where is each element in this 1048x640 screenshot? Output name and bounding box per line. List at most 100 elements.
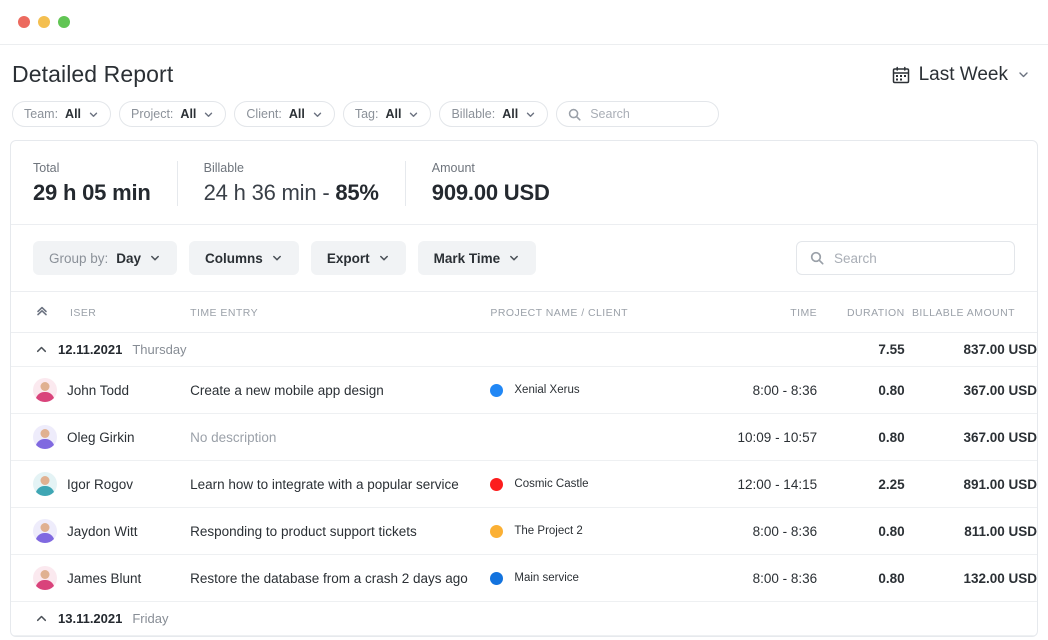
filter-project-label: Project: [131, 107, 174, 121]
group-time-cell [709, 332, 818, 367]
project-cell[interactable]: The Project 2 [490, 524, 709, 538]
chevron-down-icon [508, 252, 520, 264]
table-row[interactable]: Igor Rogov Learn how to integrate with a… [11, 460, 1037, 508]
row-duration[interactable]: 0.80 [817, 413, 905, 461]
collapse-all-icon[interactable] [35, 304, 49, 318]
group-by-value: Day [116, 250, 142, 266]
columns-button[interactable]: Columns [189, 241, 299, 275]
table-search-box[interactable] [796, 241, 1015, 275]
row-project-cell: Main service [490, 554, 710, 602]
group-header-cell: 13.11.2021 Friday [11, 601, 710, 636]
row-duration[interactable]: 2.25 [817, 460, 905, 508]
avatar [33, 425, 57, 449]
project-name: The Project 2 [514, 525, 583, 537]
row-amount: 367.00 USD [904, 366, 1037, 414]
avatar [33, 519, 57, 543]
column-header-project[interactable]: PROJECT NAME / CLIENT [490, 291, 710, 333]
table-row[interactable]: John Todd Create a new mobile app design… [11, 366, 1037, 414]
export-button[interactable]: Export [310, 241, 406, 275]
export-label: Export [326, 250, 370, 266]
user-cell: Oleg Girkin [11, 425, 190, 449]
row-amount: 811.00 USD [904, 507, 1037, 555]
summary-billable-label: Billable [203, 161, 244, 175]
avatar [33, 378, 57, 402]
filter-client-value: All [288, 107, 305, 121]
minimize-window-button[interactable] [38, 16, 50, 28]
time-entry-description[interactable]: Create a new mobile app design [190, 366, 491, 414]
column-header-duration[interactable]: DURATION [817, 291, 905, 333]
row-user-cell: John Todd [11, 366, 191, 414]
group-row[interactable]: 13.11.2021 Friday [11, 601, 1037, 636]
summary-amount: Amount 909.00 USD [404, 161, 576, 206]
user-name: John Todd [67, 382, 130, 398]
filter-tag[interactable]: Tag: All [342, 101, 432, 127]
filter-billable-value: All [502, 107, 519, 121]
group-by-button[interactable]: Group by: Day [33, 241, 178, 275]
group-date: 13.11.2021 [58, 611, 123, 626]
filter-client[interactable]: Client: All [234, 101, 335, 127]
report-card: Total 29 h 05 min Billable 24 h 36 min -… [10, 140, 1038, 637]
row-user-cell: Jaydon Witt [11, 507, 191, 555]
summary-billable-value: 24 h 36 min - 85% [204, 180, 379, 206]
filter-team[interactable]: Team: All [12, 101, 112, 127]
column-header-amount[interactable]: BILLABLE AMOUNT [904, 291, 1037, 333]
page-header: Detailed Report Last Week [10, 45, 1038, 88]
date-range-selector[interactable]: Last Week [892, 64, 1036, 86]
row-project-cell: Cosmic Castle [490, 460, 710, 508]
project-cell[interactable]: Cosmic Castle [490, 477, 709, 491]
row-user-cell: Oleg Girkin [11, 413, 191, 461]
row-duration[interactable]: 0.80 [817, 554, 905, 602]
table-row[interactable]: Jaydon Witt Responding to product suppor… [11, 507, 1037, 555]
row-user-cell: James Blunt [11, 554, 191, 602]
table-search-input[interactable] [834, 250, 1001, 266]
group-date: 12.11.2021 [58, 342, 123, 357]
chevron-up-icon[interactable] [35, 343, 48, 356]
summary-amount-value: 909.00 USD [431, 180, 550, 205]
time-entry-description[interactable]: Restore the database from a crash 2 days… [190, 554, 491, 602]
column-header-entry[interactable]: TIME ENTRY [190, 291, 491, 333]
time-entry-description[interactable]: Responding to product support tickets [190, 507, 491, 555]
column-collapse-all[interactable] [11, 291, 71, 333]
filter-project-value: All [180, 107, 197, 121]
calendar-icon [892, 66, 910, 84]
group-date-wrap: 13.11.2021 Friday [11, 611, 709, 626]
chevron-down-icon [408, 109, 419, 120]
chevron-down-icon [271, 252, 283, 264]
chevron-up-icon[interactable] [35, 612, 48, 625]
filter-bar: Team: All Project: All Client: All Tag: … [10, 101, 1038, 127]
group-amount [904, 601, 1037, 636]
table-row[interactable]: Oleg Girkin No description 10:09 - 10:57… [11, 413, 1037, 461]
mark-time-label: Mark Time [433, 250, 501, 266]
time-entry-description[interactable]: Learn how to integrate with a popular se… [190, 460, 491, 508]
page-title: Detailed Report [12, 61, 174, 87]
project-name: Xenial Xerus [514, 384, 580, 396]
filter-billable[interactable]: Billable: All [439, 101, 549, 127]
project-color-dot [490, 477, 504, 491]
column-header-user[interactable]: ISER [70, 291, 191, 333]
group-row[interactable]: 12.11.2021 Thursday 7.55 837.00 USD [11, 332, 1037, 367]
row-time: 12:00 - 14:15 [709, 460, 818, 508]
filter-search-box[interactable] [556, 101, 720, 127]
user-name: Oleg Girkin [67, 429, 135, 445]
group-weekday: Thursday [132, 342, 187, 357]
table-body: 12.11.2021 Thursday 7.55 837.00 USD John… [11, 332, 1037, 636]
filter-project[interactable]: Project: All [119, 101, 227, 127]
row-duration[interactable]: 0.80 [817, 366, 905, 414]
table-header-row: ISER TIME ENTRY PROJECT NAME / CLIENT TI… [11, 291, 1037, 333]
project-cell[interactable]: Main service [490, 571, 709, 585]
mark-time-button[interactable]: Mark Time [417, 241, 537, 275]
project-color-dot [490, 383, 504, 397]
row-duration[interactable]: 0.80 [817, 507, 905, 555]
column-header-time[interactable]: TIME [709, 291, 818, 333]
zoom-window-button[interactable] [58, 16, 70, 28]
table-row[interactable]: James Blunt Restore the database from a … [11, 554, 1037, 602]
time-entry-description[interactable]: No description [190, 413, 491, 461]
group-time-cell [709, 601, 818, 636]
columns-label: Columns [205, 250, 263, 266]
filter-billable-label: Billable: [451, 107, 496, 121]
report-toolbar: Group by: Day Columns Export Mark Time S… [11, 224, 1037, 291]
summary-amount-label: Amount [431, 161, 475, 175]
close-window-button[interactable] [18, 16, 30, 28]
filter-search-input[interactable] [590, 107, 708, 121]
project-cell[interactable]: Xenial Xerus [490, 383, 709, 397]
